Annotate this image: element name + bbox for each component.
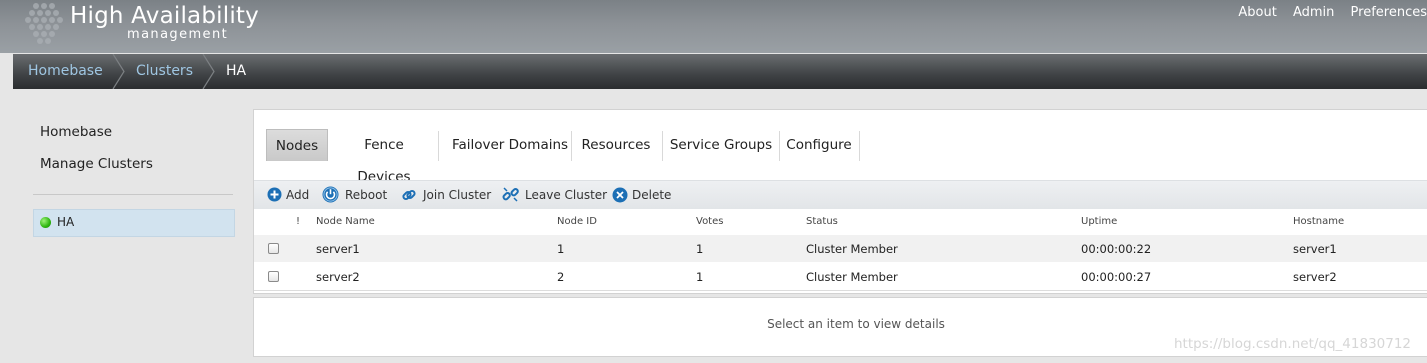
cell-node-id: 1 — [557, 242, 565, 256]
reboot-button[interactable]: Reboot — [322, 186, 388, 203]
node-toolbar: Add Reboot Join Cluster Leave Cluster De… — [254, 180, 1427, 210]
nodes-panel: Nodes Fence Devices Failover Domains Res… — [253, 109, 1427, 294]
join-cluster-label: Join Cluster — [423, 188, 492, 202]
tab-fence-devices[interactable]: Fence Devices — [336, 129, 432, 185]
preferences-link[interactable]: Preferences — [1351, 5, 1427, 20]
breadcrumb: Homebase Clusters HA — [13, 54, 1427, 89]
column-header-status[interactable]: Status — [806, 216, 838, 227]
breadcrumb-current: HA — [226, 63, 247, 79]
leave-cluster-label: Leave Cluster — [525, 188, 608, 202]
table-row[interactable]: server2 2 1 Cluster Member 00:00:00:27 s… — [254, 263, 1427, 291]
top-links: About Admin Preferences — [1226, 5, 1427, 20]
row-checkbox[interactable] — [268, 271, 279, 282]
details-placeholder: Select an item to view details — [767, 317, 945, 331]
add-button[interactable]: Add — [267, 187, 312, 203]
cell-votes: 1 — [696, 270, 704, 284]
cluster-name: HA — [57, 215, 75, 229]
column-header-hostname[interactable]: Hostname — [1293, 216, 1344, 227]
sidebar: Homebase Manage Clusters HA — [13, 89, 253, 363]
delete-button[interactable]: Delete — [612, 187, 672, 203]
delete-label: Delete — [632, 188, 672, 202]
leave-cluster-button[interactable]: Leave Cluster — [502, 187, 607, 203]
about-link[interactable]: About — [1238, 5, 1276, 20]
sidebar-item-homebase[interactable]: Homebase — [40, 124, 112, 140]
sidebar-divider — [33, 194, 233, 195]
add-label: Add — [286, 188, 310, 202]
table-header: ! Node Name Node ID Votes Status Uptime … — [254, 209, 1427, 235]
breadcrumb-homebase[interactable]: Homebase — [28, 54, 103, 89]
breadcrumb-clusters[interactable]: Clusters — [136, 54, 193, 89]
column-header-node-name[interactable]: Node Name — [316, 216, 375, 227]
tab-failover-domains[interactable]: Failover Domains — [446, 129, 574, 161]
watermark: https://blog.csdn.net/qq_41830712 — [1174, 336, 1412, 352]
unlink-icon — [502, 187, 519, 202]
tab-separator — [438, 131, 439, 161]
sidebar-item-manage-clusters[interactable]: Manage Clusters — [40, 156, 153, 172]
tab-separator — [859, 131, 860, 161]
column-header-node-id[interactable]: Node ID — [557, 216, 597, 227]
reboot-label: Reboot — [345, 188, 388, 202]
cell-uptime: 00:00:00:27 — [1081, 270, 1152, 284]
tab-nodes[interactable]: Nodes — [266, 129, 328, 161]
tab-configure[interactable]: Configure — [786, 129, 852, 161]
tab-separator — [662, 131, 663, 161]
table-row[interactable]: server1 1 1 Cluster Member 00:00:00:22 s… — [254, 235, 1427, 262]
sidebar-item-cluster-ha[interactable]: HA — [33, 209, 235, 237]
column-header-votes[interactable]: Votes — [696, 216, 723, 227]
app-subtitle: management — [127, 27, 229, 42]
app-title: High Availability — [70, 3, 259, 29]
app-header: High Availability management About Admin… — [0, 0, 1427, 53]
column-header-uptime[interactable]: Uptime — [1081, 216, 1117, 227]
status-online-icon — [40, 217, 51, 228]
cell-node-name: server1 — [316, 242, 360, 256]
join-link-icon — [402, 189, 416, 201]
cell-hostname: server1 — [1293, 242, 1337, 256]
join-cluster-button[interactable]: Join Cluster — [401, 187, 491, 203]
admin-link[interactable]: Admin — [1293, 5, 1334, 20]
reboot-icon — [322, 186, 339, 203]
column-header-flag[interactable]: ! — [296, 216, 300, 227]
breadcrumb-separator-icon — [202, 54, 215, 89]
cell-uptime: 00:00:00:22 — [1081, 242, 1152, 256]
tab-resources[interactable]: Resources — [578, 129, 654, 161]
tab-separator — [571, 131, 572, 161]
tab-separator — [779, 131, 780, 161]
delete-icon — [612, 187, 628, 203]
cell-node-name: server2 — [316, 270, 360, 284]
add-icon — [267, 187, 282, 202]
cell-hostname: server2 — [1293, 270, 1337, 284]
cell-status: Cluster Member — [806, 242, 898, 256]
cell-node-id: 2 — [557, 270, 565, 284]
row-checkbox[interactable] — [268, 243, 279, 254]
hexagon-logo-icon — [25, 3, 63, 44]
tab-service-groups[interactable]: Service Groups — [668, 129, 774, 161]
breadcrumb-separator-icon — [112, 54, 125, 89]
cell-status: Cluster Member — [806, 270, 898, 284]
cell-votes: 1 — [696, 242, 704, 256]
